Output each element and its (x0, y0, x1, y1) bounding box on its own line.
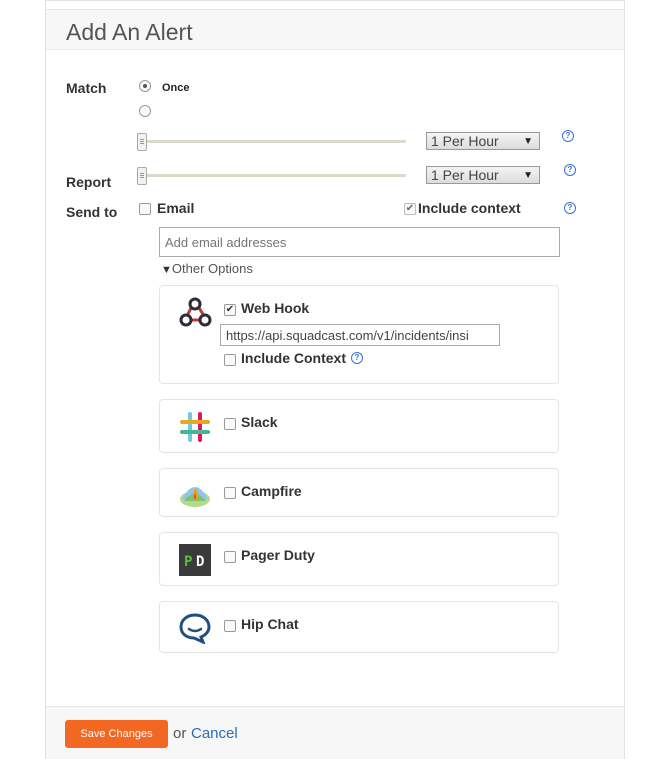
cancel-link[interactable]: Cancel (191, 725, 238, 742)
include-context-checkbox[interactable]: ✔ (404, 203, 416, 215)
pagerduty-checkbox[interactable] (224, 551, 236, 563)
slack-card: Slack (159, 399, 559, 453)
match-frequency-select[interactable]: 1 Per Hour ▼ (426, 132, 540, 150)
header-top-strip (46, 1, 624, 10)
report-slider-handle[interactable] (137, 167, 147, 185)
match-help-icon[interactable]: ? (562, 130, 574, 142)
hipchat-icon (179, 613, 211, 644)
other-options-toggle[interactable]: ▼Other Options (161, 261, 253, 276)
report-label: Report (66, 174, 112, 190)
slack-checkbox[interactable] (224, 418, 236, 430)
report-help-icon[interactable]: ? (564, 164, 576, 176)
match-once-label: Once (162, 82, 190, 94)
svg-text:D: D (196, 554, 204, 570)
report-frequency-value: 1 Per Hour (431, 167, 499, 183)
hipchat-card: Hip Chat (159, 601, 559, 653)
webhook-title: Web Hook (241, 300, 310, 316)
campfire-icon (180, 487, 210, 507)
webhook-card: ✔ Web Hook Include Context ? (159, 285, 559, 384)
campfire-checkbox[interactable] (224, 487, 236, 499)
panel-header: Add An Alert (46, 0, 624, 50)
slack-icon (180, 412, 210, 442)
webhook-checkbox[interactable]: ✔ (224, 304, 236, 316)
save-changes-button[interactable]: Save Changes (65, 720, 168, 748)
email-checkbox[interactable] (139, 203, 151, 215)
report-frequency-select[interactable]: 1 Per Hour ▼ (426, 166, 540, 184)
svg-text:P: P (184, 554, 192, 570)
pagerduty-icon: P D (179, 544, 211, 576)
webhook-include-context-checkbox[interactable] (224, 354, 236, 366)
match-slider-handle[interactable] (137, 133, 147, 151)
match-count-radio[interactable] (139, 105, 151, 117)
or-text: or (173, 725, 187, 742)
triangle-down-icon: ▼ (161, 264, 172, 276)
webhook-help-icon[interactable]: ? (351, 352, 363, 364)
pagerduty-card: P D Pager Duty (159, 532, 559, 586)
match-slider-track[interactable] (141, 140, 406, 143)
hipchat-checkbox[interactable] (224, 620, 236, 632)
hipchat-title: Hip Chat (241, 616, 299, 632)
match-frequency-value: 1 Per Hour (431, 133, 499, 149)
other-options-label: Other Options (171, 261, 253, 276)
chevron-down-icon: ▼ (523, 136, 533, 147)
email-input[interactable] (159, 227, 560, 257)
chevron-down-icon: ▼ (523, 170, 533, 181)
send-to-label: Send to (66, 204, 118, 220)
match-once-radio[interactable] (139, 80, 151, 92)
webhook-url-input[interactable] (220, 324, 500, 346)
page-title: Add An Alert (66, 19, 193, 45)
match-label: Match (66, 80, 107, 96)
send-to-help-icon[interactable]: ? (564, 202, 576, 214)
email-label: Email (157, 200, 195, 216)
campfire-title: Campfire (241, 483, 302, 499)
pagerduty-title: Pager Duty (241, 547, 315, 563)
webhook-include-context-label: Include Context (241, 350, 347, 366)
webhook-icon (179, 297, 212, 327)
report-slider-track[interactable] (141, 174, 406, 177)
slack-title: Slack (241, 414, 278, 430)
campfire-card: Campfire (159, 468, 559, 517)
include-context-label: Include context (418, 200, 521, 216)
